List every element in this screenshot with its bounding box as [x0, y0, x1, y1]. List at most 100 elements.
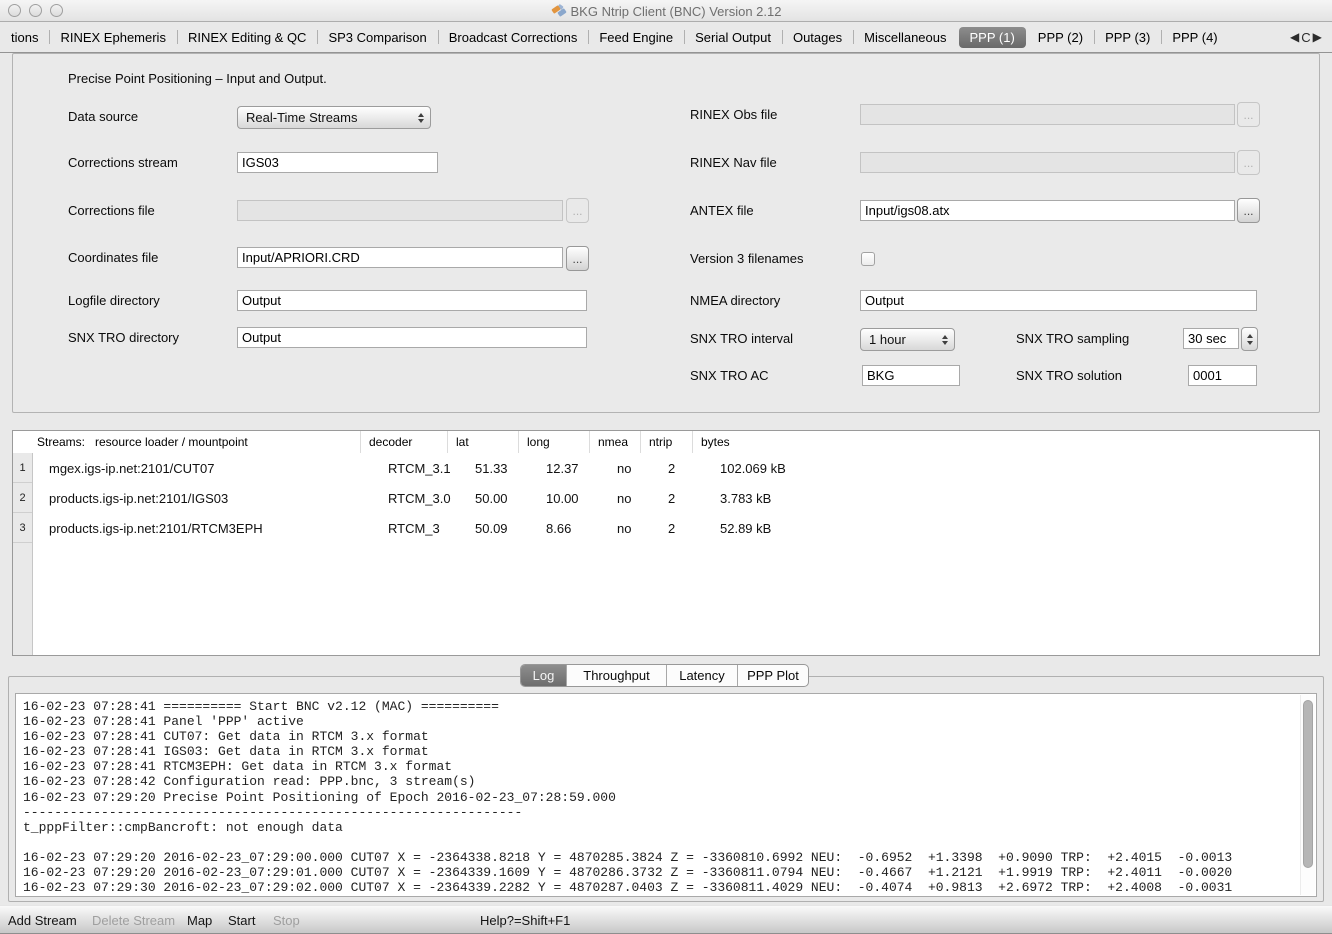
log-panel: 16-02-23 07:28:41 ========== Start BNC v…	[8, 676, 1324, 902]
row-number: 2	[13, 483, 32, 513]
cell-lat: 50.09	[467, 521, 538, 536]
cell-bytes: 52.89 kB	[712, 521, 1319, 536]
logfile-directory-input[interactable]	[237, 290, 587, 311]
column-header-decoder[interactable]: decoder	[360, 431, 447, 453]
tab-ppp-3[interactable]: PPP (3)	[1094, 25, 1161, 49]
tab-log[interactable]: Log	[521, 665, 566, 686]
log-line: ----------------------------------------…	[23, 805, 1296, 820]
snx-tro-interval-label: SNX TRO interval	[690, 328, 793, 350]
add-stream-button[interactable]: Add Stream	[8, 906, 77, 934]
statusbar: Add Stream Delete Stream Map Start Stop …	[0, 905, 1332, 934]
log-line: t_pppFilter::cmpBancroft: not enough dat…	[23, 820, 1296, 835]
log-line: 16-02-23 07:29:20 Precise Point Position…	[23, 790, 1296, 805]
tab-broadcast-corrections[interactable]: Broadcast Corrections	[438, 25, 589, 49]
tab-sp3-comparison[interactable]: SP3 Comparison	[317, 25, 437, 49]
corrections-stream-input[interactable]	[237, 152, 438, 173]
snx-tro-sampling-spinner[interactable]	[1241, 327, 1258, 351]
corrections-file-label: Corrections file	[68, 200, 155, 222]
rinex-obs-file-browse-button[interactable]: ...	[1237, 102, 1260, 127]
row-number-column: 1 2 3	[13, 453, 33, 655]
tab-feed-engine[interactable]: Feed Engine	[588, 25, 684, 49]
overflow-tab-fragment[interactable]: C	[1301, 30, 1310, 45]
table-row[interactable]: mgex.igs-ip.net:2101/CUT07 RTCM_3.1 51.3…	[33, 453, 1319, 483]
rinex-obs-file-input[interactable]	[860, 104, 1235, 125]
stop-button[interactable]: Stop	[273, 906, 300, 934]
cell-bytes: 3.783 kB	[712, 491, 1319, 506]
column-header-lat[interactable]: lat	[447, 431, 518, 453]
cell-ntrip: 2	[660, 521, 712, 536]
snx-tro-directory-input[interactable]	[237, 327, 587, 348]
snx-tro-sampling-input[interactable]	[1183, 328, 1239, 349]
tab-miscellaneous[interactable]: Miscellaneous	[853, 25, 957, 49]
window-title: BKG Ntrip Client (BNC) Version 2.12	[571, 4, 782, 19]
tab-scrollers: ◀ C ▶	[1286, 22, 1332, 52]
tab-rinex-editing-qc[interactable]: RINEX Editing & QC	[177, 25, 318, 49]
titlebar: BKG Ntrip Client (BNC) Version 2.12	[0, 0, 1332, 22]
coordinates-file-input[interactable]	[237, 247, 563, 268]
tab-outages[interactable]: Outages	[782, 25, 853, 49]
tab-scroll-left-icon[interactable]: ◀	[1290, 30, 1299, 44]
snx-tro-interval-value: 1 hour	[869, 332, 906, 347]
corrections-stream-label: Corrections stream	[68, 152, 178, 174]
log-line: 16-02-23 07:28:41 CUT07: Get data in RTC…	[23, 729, 1296, 744]
cell-ntrip: 2	[660, 491, 712, 506]
cell-decoder: RTCM_3	[380, 521, 467, 536]
column-header-mountpoint[interactable]: Streams: resource loader / mountpoint	[13, 431, 360, 453]
scrollbar-thumb[interactable]	[1303, 700, 1313, 868]
cell-nmea: no	[609, 461, 660, 476]
corrections-file-browse-button[interactable]: ...	[566, 198, 589, 223]
antex-file-browse-button[interactable]: ...	[1237, 198, 1260, 223]
table-row[interactable]: products.igs-ip.net:2101/IGS03 RTCM_3.0 …	[33, 483, 1319, 513]
start-button[interactable]: Start	[228, 906, 255, 934]
coordinates-file-label: Coordinates file	[68, 247, 158, 269]
rinex-nav-file-input[interactable]	[860, 152, 1235, 173]
log-text: 16-02-23 07:28:41 ========== Start BNC v…	[23, 699, 1296, 895]
tab-ppp-2[interactable]: PPP (2)	[1027, 25, 1094, 49]
snx-tro-interval-select[interactable]: 1 hour	[860, 328, 955, 351]
cell-decoder: RTCM_3.0	[380, 491, 467, 506]
data-source-label: Data source	[68, 106, 138, 128]
tab-tions[interactable]: tions	[0, 25, 49, 49]
help-hint: Help?=Shift+F1	[480, 906, 570, 934]
tab-latency[interactable]: Latency	[666, 665, 737, 686]
rinex-nav-file-browse-button[interactable]: ...	[1237, 150, 1260, 175]
version3-filenames-label: Version 3 filenames	[690, 248, 803, 270]
panel-heading: Precise Point Positioning – Input and Ou…	[68, 70, 327, 88]
antex-file-input[interactable]	[860, 200, 1235, 221]
log-line	[23, 835, 1296, 850]
tab-scroll-right-icon[interactable]: ▶	[1313, 30, 1322, 44]
column-header-ntrip[interactable]: ntrip	[640, 431, 692, 453]
map-button[interactable]: Map	[187, 906, 212, 934]
tab-ppp-1[interactable]: PPP (1)	[959, 27, 1026, 48]
table-row[interactable]: products.igs-ip.net:2101/RTCM3EPH RTCM_3…	[33, 513, 1319, 543]
version3-filenames-checkbox[interactable]	[861, 252, 875, 266]
column-header-long[interactable]: long	[518, 431, 589, 453]
snx-tro-solution-input[interactable]	[1188, 365, 1257, 386]
log-line: 16-02-23 07:29:30 2016-02-23_07:29:02.00…	[23, 880, 1296, 895]
data-source-select[interactable]: Real-Time Streams	[237, 106, 431, 129]
tab-rinex-ephemeris[interactable]: RINEX Ephemeris	[49, 25, 176, 49]
cell-lat: 50.00	[467, 491, 538, 506]
delete-stream-button[interactable]: Delete Stream	[92, 906, 175, 934]
tab-ppp-4[interactable]: PPP (4)	[1161, 25, 1228, 49]
tab-ppp-plot[interactable]: PPP Plot	[737, 665, 808, 686]
title-area: BKG Ntrip Client (BNC) Version 2.12	[0, 0, 1332, 22]
cell-mountpoint: products.igs-ip.net:2101/IGS03	[33, 491, 380, 506]
log-output-area[interactable]: 16-02-23 07:28:41 ========== Start BNC v…	[15, 693, 1317, 897]
nmea-directory-input[interactable]	[860, 290, 1257, 311]
main-tabbar: tions RINEX Ephemeris RINEX Editing & QC…	[0, 22, 1332, 53]
tab-throughput[interactable]: Throughput	[566, 665, 666, 686]
cell-nmea: no	[609, 521, 660, 536]
tab-serial-output[interactable]: Serial Output	[684, 25, 782, 49]
log-line: 16-02-23 07:28:41 IGS03: Get data in RTC…	[23, 744, 1296, 759]
snx-tro-solution-label: SNX TRO solution	[1016, 365, 1122, 387]
column-header-bytes[interactable]: bytes	[692, 431, 1319, 453]
chevron-up-down-icon	[418, 113, 424, 123]
data-source-value: Real-Time Streams	[246, 110, 357, 125]
column-header-nmea[interactable]: nmea	[589, 431, 640, 453]
corrections-file-input[interactable]	[237, 200, 563, 221]
snx-tro-ac-input[interactable]	[862, 365, 960, 386]
log-scrollbar[interactable]	[1300, 695, 1315, 895]
snx-tro-sampling-label: SNX TRO sampling	[1016, 328, 1129, 350]
coordinates-file-browse-button[interactable]: ...	[566, 246, 589, 271]
